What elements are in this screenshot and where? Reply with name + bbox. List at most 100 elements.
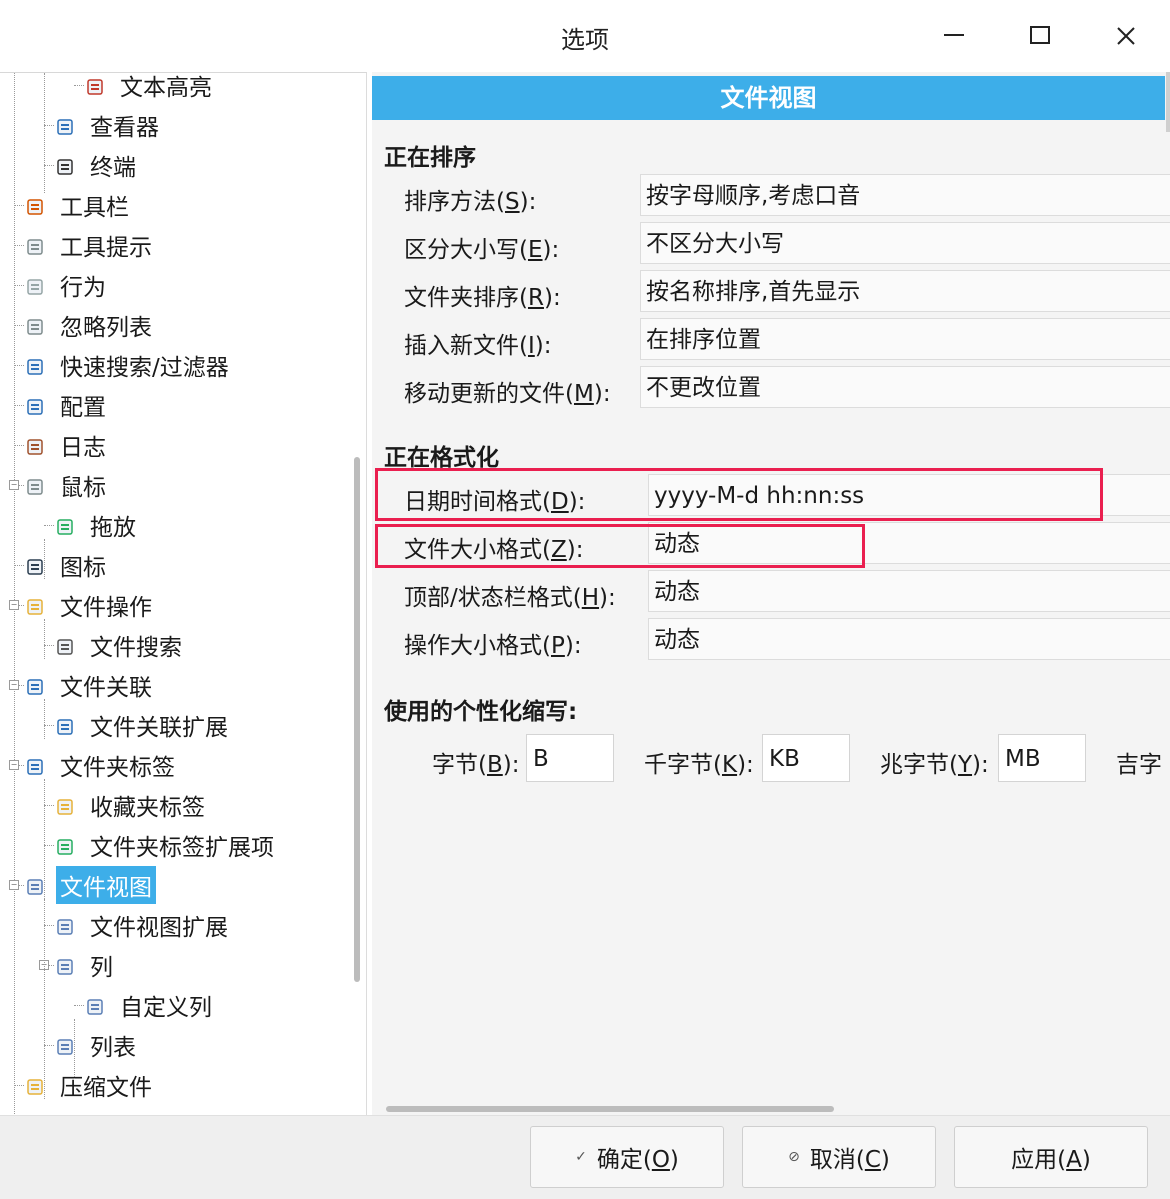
maximize-button[interactable] bbox=[1022, 18, 1058, 54]
tree-item[interactable]: 文件夹标签 bbox=[26, 745, 179, 785]
tree-guide-line bbox=[44, 699, 45, 739]
field-label: 操作大小格式(P): bbox=[404, 633, 582, 659]
tree-item[interactable]: 自定义列 bbox=[86, 985, 216, 1025]
content-horizontal-scrollbar[interactable] bbox=[386, 1106, 834, 1112]
tree-item-label: 行为 bbox=[60, 275, 106, 301]
tree-guide-line bbox=[44, 899, 45, 1099]
highlight-box-filesize bbox=[375, 524, 865, 568]
close-icon bbox=[1117, 27, 1135, 45]
field-combobox[interactable]: 按名称排序,首先显示 bbox=[640, 270, 1170, 312]
tree-item[interactable]: 列表 bbox=[56, 1025, 140, 1065]
tree-connector bbox=[14, 445, 24, 446]
field-label: 插入新文件(I): bbox=[404, 333, 552, 359]
tree-item-label: 文本高亮 bbox=[120, 75, 212, 101]
tree-item[interactable]: 查看器 bbox=[56, 105, 163, 145]
tree-item[interactable]: 压缩文件 bbox=[26, 1065, 156, 1105]
tree-item-label: 压缩文件 bbox=[60, 1075, 152, 1101]
cancel-button[interactable]: ⊘ 取消(C) bbox=[742, 1126, 936, 1188]
tree-item-label: 文件关联 bbox=[60, 675, 152, 701]
tree-vertical-scrollbar[interactable] bbox=[354, 457, 360, 982]
abbreviation-input[interactable]: MB bbox=[998, 734, 1086, 782]
abbreviation-input[interactable]: KB bbox=[762, 734, 850, 782]
file-view-ext-icon bbox=[56, 916, 74, 935]
tree-item[interactable]: 文件关联扩展 bbox=[56, 705, 232, 745]
tree-expander[interactable]: − bbox=[9, 680, 19, 690]
tree-connector bbox=[14, 1085, 24, 1086]
tree-connector bbox=[44, 125, 54, 126]
tree-connector bbox=[74, 85, 84, 86]
tree-item[interactable]: 收藏夹标签 bbox=[56, 785, 209, 825]
tree-item-label: 图标 bbox=[60, 555, 106, 581]
tree-item[interactable]: 快速搜索/过滤器 bbox=[26, 345, 233, 385]
tree-item[interactable]: 图标 bbox=[26, 545, 110, 585]
lightbulb-icon bbox=[26, 236, 44, 255]
tree-item[interactable]: 拖放 bbox=[56, 505, 140, 545]
tree-item[interactable]: 文件关联 bbox=[26, 665, 156, 705]
abbreviation-input[interactable]: B bbox=[526, 734, 614, 782]
tree-item-label: 文件搜索 bbox=[90, 635, 182, 661]
tree-expander[interactable]: − bbox=[9, 760, 19, 770]
tree-item[interactable]: 日志 bbox=[26, 425, 110, 465]
tree-item-label: 列 bbox=[90, 955, 113, 981]
tree-item[interactable]: 鼠标 bbox=[26, 465, 110, 505]
formatting-group-title: 正在格式化 bbox=[384, 445, 499, 471]
options-tree-panel: 文本高亮 查看器 终端 工具栏 工具提示 行为 忽略列表 快速搜索/过滤器 配置 日志 鼠标 − 拖放图… bbox=[0, 72, 367, 1116]
tree-item[interactable]: 文件操作 bbox=[26, 585, 156, 625]
tree-item-label: 工具提示 bbox=[60, 235, 152, 261]
tree-item-label: 终端 bbox=[90, 155, 136, 181]
archive-icon bbox=[26, 1076, 44, 1095]
tree-connector bbox=[44, 525, 54, 526]
field-combobox[interactable]: 动态 bbox=[648, 570, 1170, 612]
terminal-icon bbox=[56, 156, 74, 175]
tree-connector bbox=[14, 365, 24, 366]
tree-item[interactable]: 工具栏 bbox=[26, 185, 133, 225]
tree-item[interactable]: 文件夹标签扩展项 bbox=[56, 825, 278, 865]
abbreviation-label: 字节(B): bbox=[432, 752, 520, 778]
tree-item-label: 快速搜索/过滤器 bbox=[60, 355, 229, 381]
tree-item[interactable]: 文件视图 bbox=[26, 865, 156, 905]
ok-button[interactable]: ✓ 确定(O) bbox=[530, 1126, 724, 1188]
tree-item[interactable]: 文件视图扩展 bbox=[56, 905, 232, 945]
custom-columns-icon bbox=[86, 996, 104, 1015]
tree-item[interactable]: 配置 bbox=[26, 385, 110, 425]
file-view-settings-panel: 文件视图 正在排序 排序方法(S): 按字母顺序,考虑口音 区分大小写(E): 不区分… bbox=[372, 72, 1170, 1115]
field-combobox[interactable]: 不区分大小写 bbox=[640, 222, 1170, 264]
tree-connector bbox=[44, 1045, 54, 1046]
minimize-icon bbox=[944, 34, 964, 36]
tree-connector bbox=[44, 805, 54, 806]
tree-expander[interactable]: − bbox=[9, 480, 19, 490]
tree-item[interactable]: 忽略列表 bbox=[26, 305, 156, 345]
field-combobox[interactable]: 动态 bbox=[648, 618, 1170, 660]
tree-item[interactable]: 行为 bbox=[26, 265, 110, 305]
tree-item[interactable]: 终端 bbox=[56, 145, 140, 185]
log-icon bbox=[26, 436, 44, 455]
tree-connector bbox=[74, 1005, 84, 1006]
title-bar: 选项 bbox=[0, 0, 1170, 72]
field-combobox[interactable]: 在排序位置 bbox=[640, 318, 1170, 360]
highlight-box-datetime bbox=[375, 468, 1103, 521]
tree-expander[interactable]: − bbox=[9, 600, 19, 610]
tree-item[interactable]: 工具提示 bbox=[26, 225, 156, 265]
content-scrollbar[interactable] bbox=[1166, 72, 1170, 132]
field-combobox[interactable]: 不更改位置 bbox=[640, 366, 1170, 408]
options-tree: 文本高亮 查看器 终端 工具栏 工具提示 行为 忽略列表 快速搜索/过滤器 配置 日志 鼠标 − 拖放图… bbox=[0, 73, 350, 1116]
tree-item[interactable]: 文本高亮 bbox=[86, 73, 216, 105]
cancel-icon: ⊘ bbox=[788, 1149, 800, 1165]
page-title-banner: 文件视图 bbox=[372, 76, 1165, 120]
tree-item-label: 列表 bbox=[90, 1035, 136, 1061]
apply-button[interactable]: 应用(A) bbox=[954, 1126, 1148, 1188]
config-icon bbox=[26, 396, 44, 415]
tree-item[interactable]: 列 bbox=[56, 945, 117, 985]
tree-guide-line bbox=[74, 1019, 75, 1079]
close-button[interactable] bbox=[1108, 18, 1144, 54]
folder-tab-ext-icon bbox=[56, 836, 74, 855]
window-title: 选项 bbox=[561, 26, 609, 54]
cancel-button-label: 取消(C) bbox=[809, 1147, 890, 1173]
field-combobox[interactable]: 按字母顺序,考虑口音 bbox=[640, 174, 1170, 216]
tree-connector bbox=[14, 565, 24, 566]
tree-expander[interactable]: − bbox=[9, 880, 19, 890]
minimize-button[interactable] bbox=[936, 18, 972, 54]
tree-item[interactable]: 文件搜索 bbox=[56, 625, 186, 665]
tree-connector bbox=[14, 245, 24, 246]
tree-item-label: 工具栏 bbox=[60, 195, 129, 221]
